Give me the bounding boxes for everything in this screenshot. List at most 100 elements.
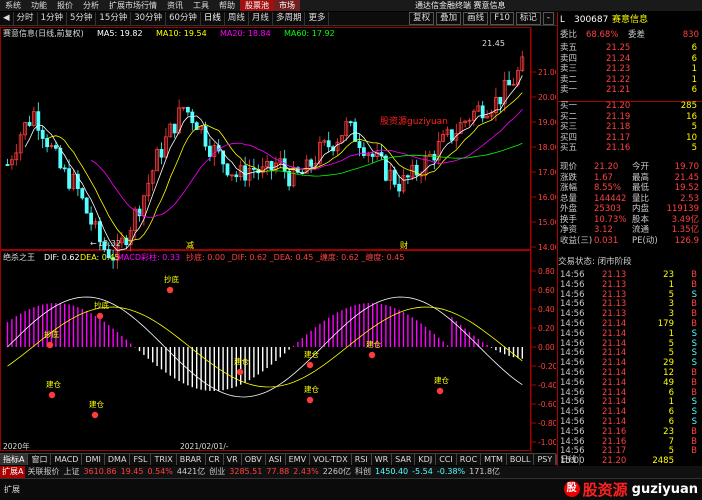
menu-item-5[interactable]: 资讯 <box>162 0 188 11</box>
tab-period-8[interactable]: 月线 <box>249 12 273 25</box>
menu-item-3[interactable]: 分析 <box>78 0 104 11</box>
menu-stock-pool[interactable]: 股票池 <box>240 0 274 11</box>
chart-area[interactable]: 赛意信息(日线,前复权) MA5: 19.82 MA10: 19.54 MA20… <box>0 27 556 453</box>
price-tick-4: 17.00 <box>538 168 556 177</box>
tab-indicator-11[interactable]: ASI <box>266 454 286 465</box>
ask-row: 卖五 21.25 6 <box>560 43 697 53</box>
tab-period-3[interactable]: 15分钟 <box>96 12 132 25</box>
draw-button[interactable]: 画线 <box>463 12 489 25</box>
stat-row: 涨跌 1.67 最高 21.45 <box>560 172 699 183</box>
tab-indicator-8[interactable]: CR <box>206 454 224 465</box>
tab-period-bottom[interactable]: 日线 <box>556 454 581 465</box>
tab-ext-a[interactable]: 扩展A <box>0 466 26 478</box>
tab-indicator-14[interactable]: RSI <box>352 454 372 465</box>
status-item[interactable]: 扩展 <box>0 484 24 495</box>
tab-period-4[interactable]: 30分钟 <box>131 12 167 25</box>
macd-tick-7: -0.60 <box>538 400 556 409</box>
minus-button[interactable]: - <box>542 12 554 25</box>
index-bar: 扩展A 关联报价 上证 3610.86 19.45 0.54% 4421亿 创业… <box>0 466 702 478</box>
ma20-label: MA20: 18.84 <box>220 29 271 38</box>
tab-period-7[interactable]: 周线 <box>225 12 249 25</box>
ma5-label: MA5: 19.82 <box>97 29 143 38</box>
tab-indicator-2[interactable]: MACD <box>51 454 83 465</box>
tab-period-9[interactable]: 多周期 <box>273 12 306 25</box>
tab-period-10[interactable]: 更多 <box>305 12 330 25</box>
ask-row: 卖二 21.22 1 <box>560 74 697 85</box>
tab-indicator-19[interactable]: ROC <box>457 454 482 465</box>
price-tick-0: 21.00 <box>538 68 556 77</box>
menu-market[interactable]: 市场 <box>274 0 300 11</box>
macd-axis: 0.80 0.60 0.40 0.20 0.00 -0.20 -0.40 -0.60 -0.80… <box>531 267 556 447</box>
overlay-button[interactable]: 叠加 <box>436 12 462 25</box>
tab-indicator-21[interactable]: BOLL <box>507 454 535 465</box>
index-0-value: 3610.86 <box>83 467 117 476</box>
index-1-name[interactable]: 创业 <box>207 466 227 478</box>
ask-row: 卖四 21.24 6 <box>560 53 697 64</box>
tab-indicator-16[interactable]: SAR <box>392 454 416 465</box>
tab-indicator-0[interactable]: 指标A <box>0 454 29 465</box>
stock-name: 赛意信息 <box>612 15 649 25</box>
index-0-change: 19.45 <box>120 467 144 476</box>
index-0-name[interactable]: 上证 <box>61 466 81 478</box>
macd-bar-label: MACD彩柱: 0.33 <box>117 252 180 262</box>
menu-item-6[interactable]: 工具 <box>188 0 214 11</box>
ask-row: 卖三 21.23 1 <box>560 64 697 74</box>
tab-indicator-7[interactable]: BRAR <box>177 454 206 465</box>
tab-related[interactable]: 关联报价 <box>25 466 61 478</box>
tab-indicator-12[interactable]: EMV <box>286 454 311 465</box>
menu-item-7[interactable]: 帮助 <box>214 0 240 11</box>
index-0-pct: 0.54% <box>147 467 173 476</box>
menu-item-4[interactable]: 扩展市场行情 <box>104 0 162 11</box>
ma60-label: MA60: 17.92 <box>284 29 335 38</box>
stat-row: 收益(三) 0.031 PE(动) 126.9 <box>560 235 699 246</box>
tab-indicator-13[interactable]: VOL-TDX <box>310 454 352 465</box>
low-price-label: 13.32 <box>98 239 121 248</box>
stock-code: 300687 <box>574 15 609 25</box>
arrow-left-icon[interactable]: ◀ <box>0 12 14 25</box>
signal-label-8: 建仓 <box>304 384 319 394</box>
restore-button[interactable]: 复权 <box>409 12 435 25</box>
mark-button[interactable]: 标记 <box>515 12 541 25</box>
tab-period-2[interactable]: 5分钟 <box>67 12 97 25</box>
index-2-name[interactable]: 科创 <box>353 466 373 478</box>
tab-indicator-9[interactable]: VR <box>224 454 242 465</box>
signal-marker-icon <box>436 387 444 395</box>
tab-indicator-1[interactable]: 窗口 <box>28 454 52 465</box>
signal-label-3: 建仓 <box>46 379 61 389</box>
tab-indicator-10[interactable]: OBV <box>242 454 266 465</box>
tab-indicator-15[interactable]: WR <box>372 454 393 465</box>
menu-item-0[interactable]: 系统 <box>0 0 26 11</box>
tab-indicator-18[interactable]: CCI <box>436 454 457 465</box>
menu-item-1[interactable]: 功能 <box>26 0 52 11</box>
chart-watermark: 股资源guziyuan <box>380 116 448 127</box>
tab-period-5[interactable]: 60分钟 <box>166 12 201 25</box>
signal-marker-icon <box>236 368 244 376</box>
macd-tick-0: 0.80 <box>538 267 555 276</box>
tab-indicator-4[interactable]: DMA <box>105 454 131 465</box>
signal-label-6: 建仓 <box>304 349 319 359</box>
tab-period-6[interactable]: 日线 <box>201 12 225 25</box>
tab-indicator-20[interactable]: MTM <box>481 454 507 465</box>
price-tick-1: 20.00 <box>538 93 556 102</box>
stat-row: 涨幅 8.55% 最低 19.52 <box>560 183 699 193</box>
signal-marker-icon <box>306 361 314 369</box>
tab-period-0[interactable]: 分时 <box>14 12 38 25</box>
menu-bar: 系统 功能 报价 分析 扩展市场行情 资讯 工具 帮助 股票池 市场 通达信金融… <box>0 0 702 11</box>
tab-indicator-3[interactable]: DMI <box>82 454 105 465</box>
macd-signals: 抄底: 0.00 _DIF: 0.62 _DEA: 0.45 _缠度: 0.62… <box>186 252 404 262</box>
tab-period-1[interactable]: 1分钟 <box>38 12 67 25</box>
macd-title: 绝杀之王 <box>3 252 35 262</box>
tab-indicator-22[interactable]: PSY <box>534 454 557 465</box>
trade-status: 交易状态: 闭市阶段 <box>558 257 632 267</box>
ma10-label: MA10: 19.54 <box>156 29 207 38</box>
signal-marker-icon <box>96 312 104 320</box>
macd-tick-3: 0.20 <box>538 324 555 333</box>
order-ratio-row: 委比 68.68% 委差 830 <box>560 30 699 40</box>
tab-indicator-5[interactable]: FSL <box>130 454 152 465</box>
macd-tick-2: 0.40 <box>538 305 555 314</box>
tab-indicator-17[interactable]: KDJ <box>415 454 437 465</box>
tab-indicator-6[interactable]: TRIX <box>151 454 177 465</box>
signal-label-1: 抄底 <box>94 300 109 310</box>
f10-button[interactable]: F10 <box>490 12 514 25</box>
menu-item-2[interactable]: 报价 <box>52 0 78 11</box>
